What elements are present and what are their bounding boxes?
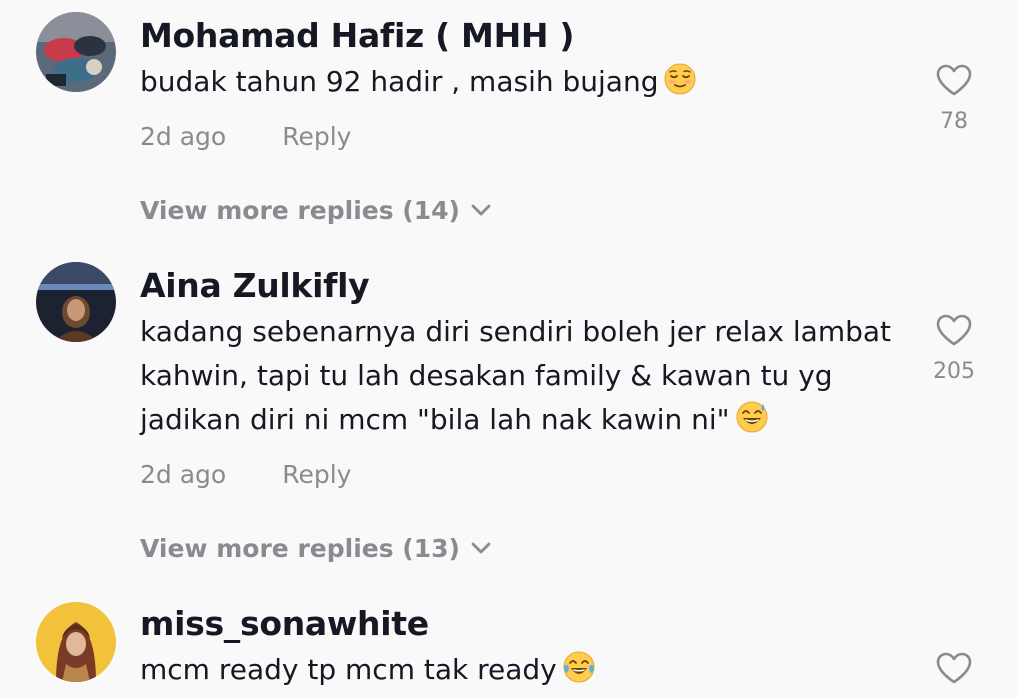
- avatar[interactable]: [36, 12, 116, 92]
- comment-meta: 2d ago Reply: [140, 460, 351, 489]
- chevron-down-icon: [471, 542, 491, 554]
- heart-icon[interactable]: [935, 651, 973, 685]
- comment-timestamp: 2d ago: [140, 122, 227, 151]
- like-control: 205: [914, 313, 994, 384]
- heart-icon[interactable]: [935, 63, 973, 97]
- avatar[interactable]: [36, 602, 116, 682]
- comment-timestamp: 2d ago: [140, 460, 227, 489]
- grinning-sweat-face-icon: [736, 401, 768, 433]
- comment-meta: 2d ago Reply: [140, 122, 351, 151]
- comment-author[interactable]: Mohamad Hafiz ( MHH ): [140, 16, 575, 55]
- like-count: 78: [940, 109, 968, 134]
- comment-text: kadang sebenarnya diri sendiri boleh jer…: [140, 310, 891, 442]
- avatar[interactable]: [36, 262, 116, 342]
- reply-button[interactable]: Reply: [282, 122, 351, 151]
- comment-text-line: mcm ready tp mcm tak ready: [140, 653, 557, 686]
- comment-text: mcm ready tp mcm tak ready: [140, 648, 595, 692]
- chevron-down-icon: [471, 204, 491, 216]
- like-control: 78: [914, 63, 994, 134]
- like-count: 205: [933, 359, 975, 384]
- relieved-face-icon: [664, 63, 696, 95]
- like-control: [914, 651, 994, 685]
- comment-text-line: kadang sebenarnya diri sendiri boleh jer…: [140, 315, 892, 348]
- comment-text-line: kahwin, tapi tu lah desakan family & kaw…: [140, 359, 833, 392]
- reply-button[interactable]: Reply: [282, 460, 351, 489]
- view-more-replies-label: View more replies (14): [140, 196, 460, 225]
- comments-panel: Mohamad Hafiz ( MHH ) budak tahun 92 had…: [0, 0, 1018, 698]
- view-more-replies-button[interactable]: View more replies (14): [140, 196, 492, 225]
- view-more-replies-label: View more replies (13): [140, 534, 460, 563]
- comment-author[interactable]: Aina Zulkifly: [140, 266, 370, 305]
- heart-icon[interactable]: [935, 313, 973, 347]
- comment-text: budak tahun 92 hadir , masih bujang: [140, 60, 696, 104]
- comment-author[interactable]: miss_sonawhite: [140, 604, 429, 643]
- tears-of-joy-face-icon: [563, 651, 595, 683]
- comment-text-line: jadikan diri ni mcm "bila lah nak kawin …: [140, 398, 891, 442]
- comment-text-line: budak tahun 92 hadir , masih bujang: [140, 65, 659, 98]
- view-more-replies-button[interactable]: View more replies (13): [140, 534, 492, 563]
